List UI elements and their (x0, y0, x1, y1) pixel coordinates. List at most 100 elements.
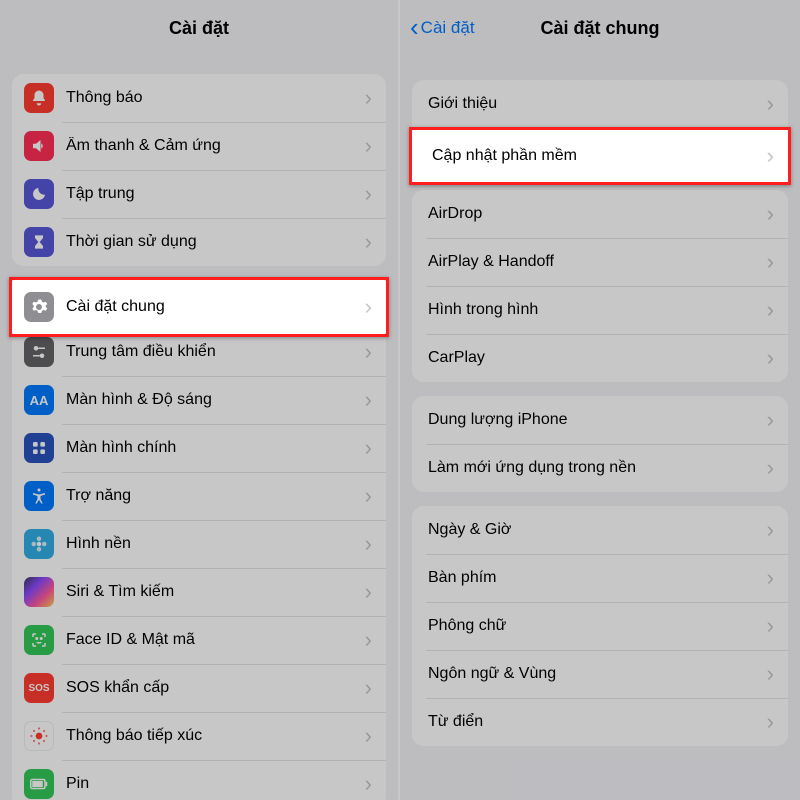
row-faceid[interactable]: Face ID & Mật mã › (12, 616, 386, 664)
exposure-icon (24, 721, 54, 751)
row-sos[interactable]: SOS SOS khẩn cấp › (12, 664, 386, 712)
chevron-right-icon: › (365, 771, 386, 797)
chevron-right-icon: › (767, 661, 788, 687)
chevron-right-icon: › (767, 143, 788, 169)
chevron-right-icon: › (767, 407, 788, 433)
row-date-time[interactable]: Ngày & Giờ› (412, 506, 788, 554)
row-label: Siri & Tìm kiếm (66, 583, 365, 601)
row-screen-time[interactable]: Thời gian sử dụng › (12, 218, 386, 266)
row-airdrop[interactable]: AirDrop› (412, 190, 788, 238)
chevron-right-icon: › (365, 675, 386, 701)
accessibility-icon (24, 481, 54, 511)
row-siri[interactable]: Siri & Tìm kiếm › (12, 568, 386, 616)
row-accessibility[interactable]: Trợ năng › (12, 472, 386, 520)
settings-group: AirDrop› AirPlay & Handoff› Hình trong h… (412, 190, 788, 382)
gear-icon (24, 292, 54, 322)
row-sounds[interactable]: Âm thanh & Cảm ứng › (12, 122, 386, 170)
header: ‹ Cài đặt Cài đặt chung (400, 0, 800, 56)
chevron-right-icon: › (767, 345, 788, 371)
row-general-highlighted[interactable]: Cài đặt chung › (12, 280, 386, 334)
row-software-update-highlighted[interactable]: Cập nhật phần mềm › (412, 130, 788, 182)
text-size-icon: AA (24, 385, 54, 415)
row-label: Hình nền (66, 535, 365, 553)
header: Cài đặt (0, 0, 398, 56)
speaker-icon (24, 131, 54, 161)
row-label: SOS khẩn cấp (66, 679, 365, 697)
row-battery[interactable]: Pin › (12, 760, 386, 800)
row-label: Làm mới ứng dụng trong nền (428, 459, 767, 477)
chevron-right-icon: › (365, 723, 386, 749)
chevron-right-icon: › (365, 294, 386, 320)
bell-icon (24, 83, 54, 113)
chevron-right-icon: › (365, 531, 386, 557)
chevron-right-icon: › (767, 297, 788, 323)
chevron-right-icon: › (767, 613, 788, 639)
row-keyboard[interactable]: Bàn phím› (412, 554, 788, 602)
row-label: Thời gian sử dụng (66, 233, 365, 251)
row-airplay[interactable]: AirPlay & Handoff› (412, 238, 788, 286)
row-focus[interactable]: Tập trung › (12, 170, 386, 218)
row-label: Thông báo tiếp xúc (66, 727, 365, 745)
row-display[interactable]: AA Màn hình & Độ sáng › (12, 376, 386, 424)
row-label: AirDrop (428, 205, 767, 223)
row-label: Trợ năng (66, 487, 365, 505)
battery-icon (24, 769, 54, 799)
flower-icon (24, 529, 54, 559)
chevron-right-icon: › (767, 201, 788, 227)
row-wallpaper[interactable]: Hình nền › (12, 520, 386, 568)
row-fonts[interactable]: Phông chữ› (412, 602, 788, 650)
chevron-right-icon: › (365, 387, 386, 413)
face-id-icon (24, 625, 54, 655)
settings-group: Cài đặt chung › Trung tâm điều khiển › A… (12, 280, 386, 800)
sos-icon: SOS (24, 673, 54, 703)
row-control-center[interactable]: Trung tâm điều khiển › (12, 328, 386, 376)
page-title: Cài đặt (169, 18, 229, 39)
row-label: Tập trung (66, 185, 365, 203)
chevron-right-icon: › (365, 579, 386, 605)
general-pane-right: ‹ Cài đặt Cài đặt chung Giới thiệu › Cập… (400, 0, 800, 800)
chevron-right-icon: › (365, 435, 386, 461)
row-label: Ngày & Giờ (428, 521, 767, 539)
chevron-right-icon: › (767, 565, 788, 591)
row-home-screen[interactable]: Màn hình chính › (12, 424, 386, 472)
page-title: Cài đặt chung (540, 18, 659, 39)
row-label: Ngôn ngữ & Vùng (428, 665, 767, 683)
row-notifications[interactable]: Thông báo › (12, 74, 386, 122)
siri-icon (24, 577, 54, 607)
row-label: Face ID & Mật mã (66, 631, 365, 649)
chevron-right-icon: › (365, 85, 386, 111)
settings-group: Ngày & Giờ› Bàn phím› Phông chữ› Ngôn ng… (412, 506, 788, 746)
row-label: Cập nhật phần mềm (432, 147, 767, 165)
grid-icon (24, 433, 54, 463)
chevron-right-icon: › (767, 455, 788, 481)
row-label: AirPlay & Handoff (428, 253, 767, 271)
chevron-right-icon: › (365, 339, 386, 365)
row-exposure[interactable]: Thông báo tiếp xúc › (12, 712, 386, 760)
row-dictionary[interactable]: Từ điển› (412, 698, 788, 746)
row-carplay[interactable]: CarPlay› (412, 334, 788, 382)
row-pip[interactable]: Hình trong hình› (412, 286, 788, 334)
chevron-right-icon: › (365, 229, 386, 255)
row-language[interactable]: Ngôn ngữ & Vùng› (412, 650, 788, 698)
sliders-icon (24, 337, 54, 367)
row-about[interactable]: Giới thiệu › (412, 80, 788, 128)
row-label: Dung lượng iPhone (428, 411, 767, 429)
chevron-right-icon: › (767, 517, 788, 543)
row-label: Màn hình chính (66, 439, 365, 457)
row-label: Màn hình & Độ sáng (66, 391, 365, 409)
row-label: Trung tâm điều khiển (66, 343, 365, 361)
chevron-right-icon: › (365, 627, 386, 653)
row-label: Pin (66, 775, 365, 793)
chevron-right-icon: › (365, 181, 386, 207)
settings-pane-left: Cài đặt Thông báo › Âm thanh & Cảm ứng ›… (0, 0, 400, 800)
moon-icon (24, 179, 54, 209)
back-label: Cài đặt (421, 18, 475, 38)
chevron-right-icon: › (365, 483, 386, 509)
row-background-refresh[interactable]: Làm mới ứng dụng trong nền› (412, 444, 788, 492)
settings-group: Dung lượng iPhone› Làm mới ứng dụng tron… (412, 396, 788, 492)
chevron-right-icon: › (767, 249, 788, 275)
chevron-right-icon: › (365, 133, 386, 159)
row-label: Thông báo (66, 89, 365, 107)
row-storage[interactable]: Dung lượng iPhone› (412, 396, 788, 444)
back-button[interactable]: ‹ Cài đặt (410, 0, 475, 56)
